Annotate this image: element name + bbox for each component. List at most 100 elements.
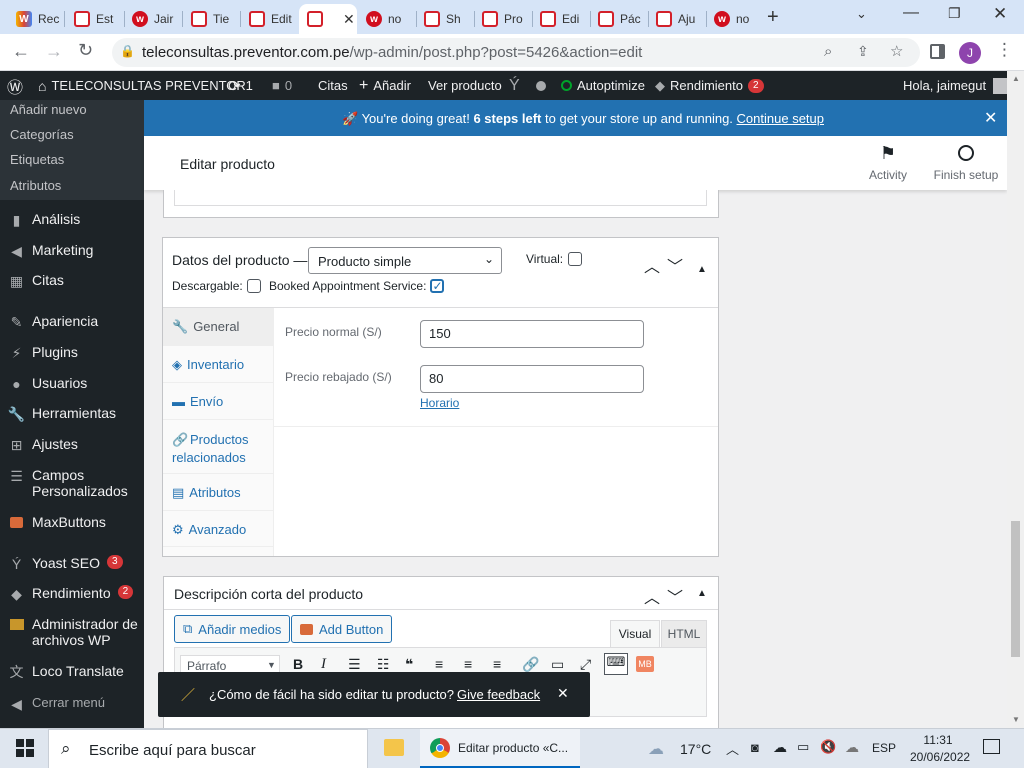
chrome-taskbar-window[interactable]: Editar producto «C...: [420, 729, 580, 768]
chevron-up-icon[interactable]: ︿: [726, 739, 739, 758]
regular-price-input[interactable]: 150: [420, 320, 644, 348]
wordpress-logo-icon[interactable]: Ⓦ: [7, 71, 23, 100]
move-up-icon[interactable]: ︿: [644, 584, 660, 608]
temperature[interactable]: 17°C: [680, 741, 711, 757]
sidebar-item-marketing[interactable]: ◀ Marketing: [8, 242, 93, 259]
sidebar-item-loco-translate[interactable]: 文 Loco Translate: [8, 663, 124, 680]
page-scrollbar[interactable]: ▲ ▼: [1007, 71, 1024, 728]
browser-tab[interactable]: Edi: [532, 4, 588, 34]
submenu-attributes[interactable]: Atributos: [10, 178, 61, 193]
booked-checkbox[interactable]: ✓: [430, 279, 445, 293]
back-arrow-icon[interactable]: ←: [12, 41, 30, 62]
bookmark-star-icon[interactable]: ☆: [890, 42, 903, 60]
sidebar-item-citas[interactable]: ▦ Citas: [8, 272, 64, 289]
browser-tab[interactable]: w no: [706, 4, 758, 34]
rendimiento-link[interactable]: ◆ Rendimiento 2: [655, 71, 764, 100]
sidebar-item-apariencia[interactable]: ✎ Apariencia: [8, 313, 99, 330]
align-left-icon[interactable]: ≡: [435, 656, 443, 672]
fullscreen-icon[interactable]: ⤢: [580, 656, 591, 673]
align-right-icon[interactable]: ≡: [493, 656, 501, 672]
sidebar-item-rendimiento[interactable]: ◆ Rendimiento 2: [8, 585, 134, 602]
browser-tab[interactable]: Tie: [183, 4, 237, 34]
sidebar-item-yoast[interactable]: Ý Yoast SEO 3: [8, 555, 123, 572]
browser-tab[interactable]: Edit: [241, 4, 295, 34]
sidebar-item-maxbuttons[interactable]: MaxButtons: [8, 514, 106, 531]
onedrive-icon[interactable]: ☁: [773, 739, 787, 756]
continue-setup-link[interactable]: Continue setup: [737, 111, 824, 126]
sidebar-item-file-manager[interactable]: Administrador de archivos WP: [8, 616, 142, 648]
finish-setup-button[interactable]: Finish setup: [932, 144, 1000, 182]
sidebar-item-analisis[interactable]: ▮ Análisis: [8, 211, 81, 228]
share-icon[interactable]: ⇪: [857, 43, 869, 60]
sidebar-item-plugins[interactable]: ⚡ Plugins: [8, 344, 78, 361]
tab-linked-products[interactable]: Productos relacionados 🔗: [163, 419, 273, 473]
comments-link[interactable]: ■ 0: [272, 71, 292, 100]
scroll-up-icon[interactable]: ▲: [1012, 74, 1020, 83]
browser-tab[interactable]: W Rec: [8, 4, 60, 34]
tab-advanced[interactable]: ⚙ Avanzado: [163, 510, 273, 547]
virtual-option[interactable]: Virtual:: [526, 252, 583, 266]
restore-icon[interactable]: ❐: [948, 5, 961, 22]
schedule-link[interactable]: Horario: [420, 396, 459, 410]
tab-shipping[interactable]: ▬ Envío: [163, 382, 273, 419]
toggle-panel-icon[interactable]: ▲: [697, 588, 707, 599]
close-icon[interactable]: ✕: [343, 11, 355, 28]
move-up-icon[interactable]: ︿: [644, 260, 660, 276]
autoptimize-link[interactable]: Autoptimize: [561, 71, 645, 100]
language-indicator[interactable]: ESP: [872, 741, 896, 755]
yoast-icon[interactable]: Ý: [509, 71, 520, 100]
notifications-icon[interactable]: [983, 739, 1000, 754]
submenu-tags[interactable]: Etiquetas: [10, 152, 64, 167]
reload-icon[interactable]: ↻: [78, 40, 93, 61]
updates-link[interactable]: ⟳ 1: [228, 71, 253, 100]
bullet-list-icon[interactable]: ☰: [348, 656, 361, 673]
tab-attributes[interactable]: ▤ Atributos: [163, 473, 273, 510]
italic-icon[interactable]: I: [321, 656, 326, 673]
sidepanel-icon[interactable]: [930, 44, 945, 59]
kebab-menu-icon[interactable]: ⋮: [996, 40, 1013, 60]
product-type-select[interactable]: Producto simple ⌄: [308, 247, 502, 274]
chevron-down-icon[interactable]: ⌄: [856, 6, 867, 22]
site-name-link[interactable]: ⌂ TELECONSULTAS PREVENTOR: [38, 71, 246, 100]
move-down-icon[interactable]: ﹀: [667, 584, 683, 608]
submenu-categories[interactable]: Categorías: [10, 127, 74, 142]
align-center-icon[interactable]: ≡: [464, 656, 472, 672]
browser-tab[interactable]: Est: [66, 4, 120, 34]
browser-tab[interactable]: Pro: [474, 4, 530, 34]
cloud-sync-icon[interactable]: ☁: [845, 739, 859, 756]
my-account-link[interactable]: Hola, jaimegut: [903, 71, 1010, 100]
booked-service-option[interactable]: Booked Appointment Service: ✓: [269, 279, 445, 293]
sidebar-item-ajustes[interactable]: ⊞ Ajustes: [8, 436, 78, 453]
tab-general[interactable]: 🔧 General: [163, 308, 273, 345]
address-bar[interactable]: 🔒 teleconsultas.preventor.com.pe/wp-admi…: [112, 38, 920, 67]
maxbuttons-icon[interactable]: MB: [636, 656, 654, 672]
taskbar-search[interactable]: ⌕ Escribe aquí para buscar: [48, 729, 368, 768]
scrollbar-thumb[interactable]: [1011, 521, 1020, 657]
dismiss-notice-icon[interactable]: ✕: [984, 108, 997, 128]
forward-arrow-icon[interactable]: →: [45, 41, 63, 62]
activity-button[interactable]: ⚑ Activity: [864, 144, 912, 182]
browser-tab[interactable]: w no: [358, 4, 414, 34]
minimize-icon[interactable]: —: [903, 4, 919, 22]
window-close-icon[interactable]: ✕: [993, 4, 1007, 24]
add-button-button[interactable]: Add Button: [291, 615, 393, 643]
collapse-menu-button[interactable]: ◀ Cerrar menú: [8, 695, 105, 712]
citas-link[interactable]: Citas: [318, 71, 348, 100]
windows-start-icon[interactable]: [16, 739, 34, 757]
add-media-button[interactable]: ⧉ Añadir medios: [174, 615, 291, 643]
blockquote-icon[interactable]: ❝: [405, 656, 413, 673]
toolbar-toggle-icon[interactable]: ⌨: [604, 653, 628, 675]
clock[interactable]: 11:31 20/06/2022: [910, 732, 970, 766]
virtual-checkbox[interactable]: [568, 252, 583, 266]
tab-visual[interactable]: Visual: [610, 620, 660, 648]
add-new-link[interactable]: + Añadir: [359, 71, 411, 100]
browser-tab[interactable]: Aju: [648, 4, 704, 34]
numbered-list-icon[interactable]: ☷: [377, 656, 390, 673]
tab-inventory[interactable]: ◈ Inventario: [163, 345, 273, 382]
file-explorer-icon[interactable]: [384, 739, 404, 756]
give-feedback-link[interactable]: Give feedback: [457, 687, 540, 702]
profile-avatar[interactable]: J: [959, 42, 981, 64]
read-more-icon[interactable]: ▭: [551, 656, 564, 673]
network-icon[interactable]: ▭: [797, 739, 809, 755]
browser-tab[interactable]: w Jair: [124, 4, 180, 34]
